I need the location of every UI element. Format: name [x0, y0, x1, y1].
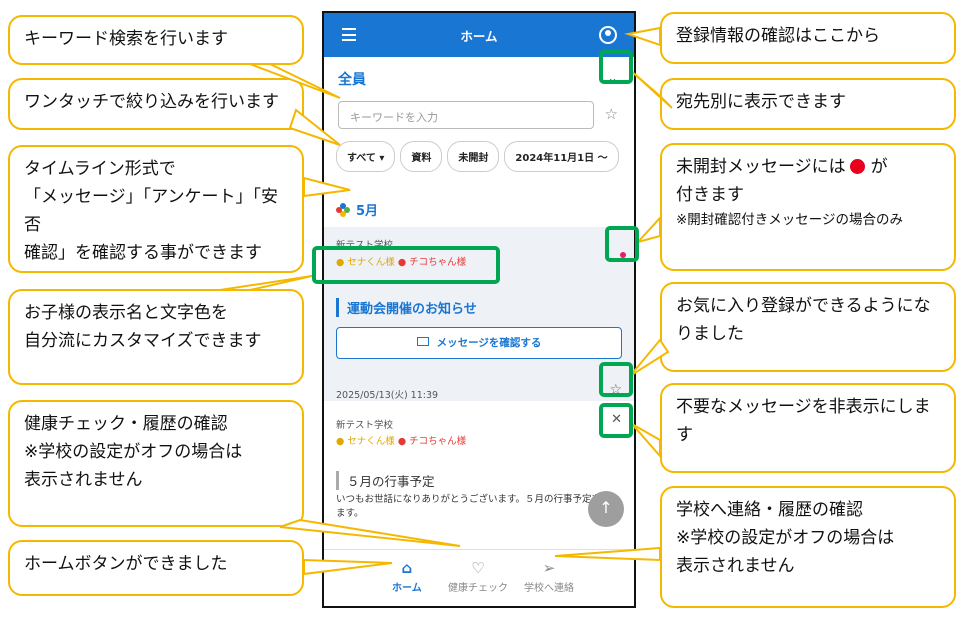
red-dot-icon [849, 159, 865, 174]
bottom-nav: ⌂ ホーム ♡ 健康チェック ➢ 学校へ連絡 [324, 549, 634, 606]
send-icon: ➢ [542, 559, 556, 577]
view-message-button[interactable]: メッセージを確認する [336, 327, 622, 359]
close-icon[interactable]: ✕ [611, 412, 622, 427]
child-names: ● セナくん様 ● チコちゃん様 [336, 436, 467, 447]
pinwheel-icon [336, 203, 350, 217]
callout-favorite: お気に入り登録ができるようにな りました [660, 282, 956, 372]
callout-contact-school: 学校へ連絡・履歴の確認 ※学校の設定がオフの場合は 表示されません [660, 486, 956, 608]
message-subject: 運動会開催のお知らせ [336, 298, 477, 317]
nav-home[interactable]: ⌂ ホーム [392, 559, 422, 594]
recipient-filter[interactable]: 全員 ⌄ [324, 57, 634, 99]
phone-screen: ホーム 全員 ⌄ キーワードを入力 ☆ すべて ▾ 資料 未開封 2024年11月1日… [322, 11, 636, 608]
account-icon[interactable] [599, 26, 617, 44]
chip-documents[interactable]: 資料 [400, 141, 443, 172]
message-subject: ５月の行事予定 [336, 471, 435, 490]
month-header: 5月 [336, 200, 378, 219]
school-name: 新テスト学校 [336, 420, 394, 431]
unread-dot-icon [620, 252, 626, 258]
school-name: 新テスト学校 [336, 240, 394, 251]
search-input[interactable]: キーワードを入力 [338, 101, 594, 129]
chip-unread[interactable]: 未開封 [447, 141, 500, 172]
page-title: ホーム [460, 29, 498, 44]
callout-hide-message: 不要なメッセージを非表示にしま す [660, 383, 956, 473]
nav-health-check[interactable]: ♡ 健康チェック [448, 559, 508, 594]
message-card[interactable]: 新テスト学校 ● セナくん様 ● チコちゃん様 運動会開催のお知らせ メッセージ… [324, 227, 634, 401]
mail-icon [416, 337, 429, 346]
chevron-down-icon[interactable]: ⌄ [607, 71, 618, 86]
favorite-filter-star-icon[interactable]: ☆ [605, 105, 618, 123]
leader-unread [634, 215, 661, 244]
message-date: 2025/05/13(火) 11:39 [336, 390, 439, 401]
child-names: ● セナくん様 ● チコちゃん様 [336, 257, 467, 268]
group-label: 全員 [338, 72, 366, 88]
message-preview: いつもお世話になりありがとうございます。５月の行事予定を送ります。 [336, 494, 621, 519]
callout-by-recipient: 宛先別に表示できます [660, 78, 956, 130]
callout-one-touch-filter: ワンタッチで絞り込みを行います [8, 78, 304, 130]
callout-child-display: お子様の表示名と文字色を 自分流にカスタマイズできます [8, 289, 304, 385]
callout-health-check: 健康チェック・履歴の確認 ※学校の設定がオフの場合は 表示されません [8, 400, 304, 527]
heart-icon: ♡ [471, 559, 485, 577]
leader-hide [631, 423, 661, 459]
search-placeholder: キーワードを入力 [350, 111, 438, 124]
month-label: 5月 [356, 204, 379, 219]
filter-chips: すべて ▾ 資料 未開封 2024年11月1日 〜 [336, 141, 624, 172]
callout-keyword-search: キーワード検索を行います [8, 15, 304, 65]
leader-child-display [219, 275, 313, 291]
favorite-star-icon[interactable]: ☆ [609, 382, 622, 398]
home-icon: ⌂ [401, 559, 413, 577]
callout-unread: 未開封メッセージにはが 付きます ※開封確認付きメッセージの場合のみ [660, 143, 956, 271]
scroll-top-button[interactable]: ↑ [588, 491, 624, 527]
callout-registration: 登録情報の確認はここから [660, 12, 956, 64]
app-header: ホーム [324, 13, 634, 57]
callout-timeline: タイムライン形式で 「メッセージ」「アンケート」「安否 確認」を確認する事ができ… [8, 145, 304, 273]
callout-home-button: ホームボタンができました [8, 540, 304, 596]
chip-all[interactable]: すべて ▾ [336, 141, 396, 172]
message-card[interactable]: 新テスト学校 ✕ ● セナくん様 ● チコちゃん様 ５月の行事予定 いつもお世話… [324, 405, 634, 545]
chip-date[interactable]: 2024年11月1日 〜 [504, 141, 619, 172]
nav-contact-school[interactable]: ➢ 学校へ連絡 [524, 559, 574, 594]
